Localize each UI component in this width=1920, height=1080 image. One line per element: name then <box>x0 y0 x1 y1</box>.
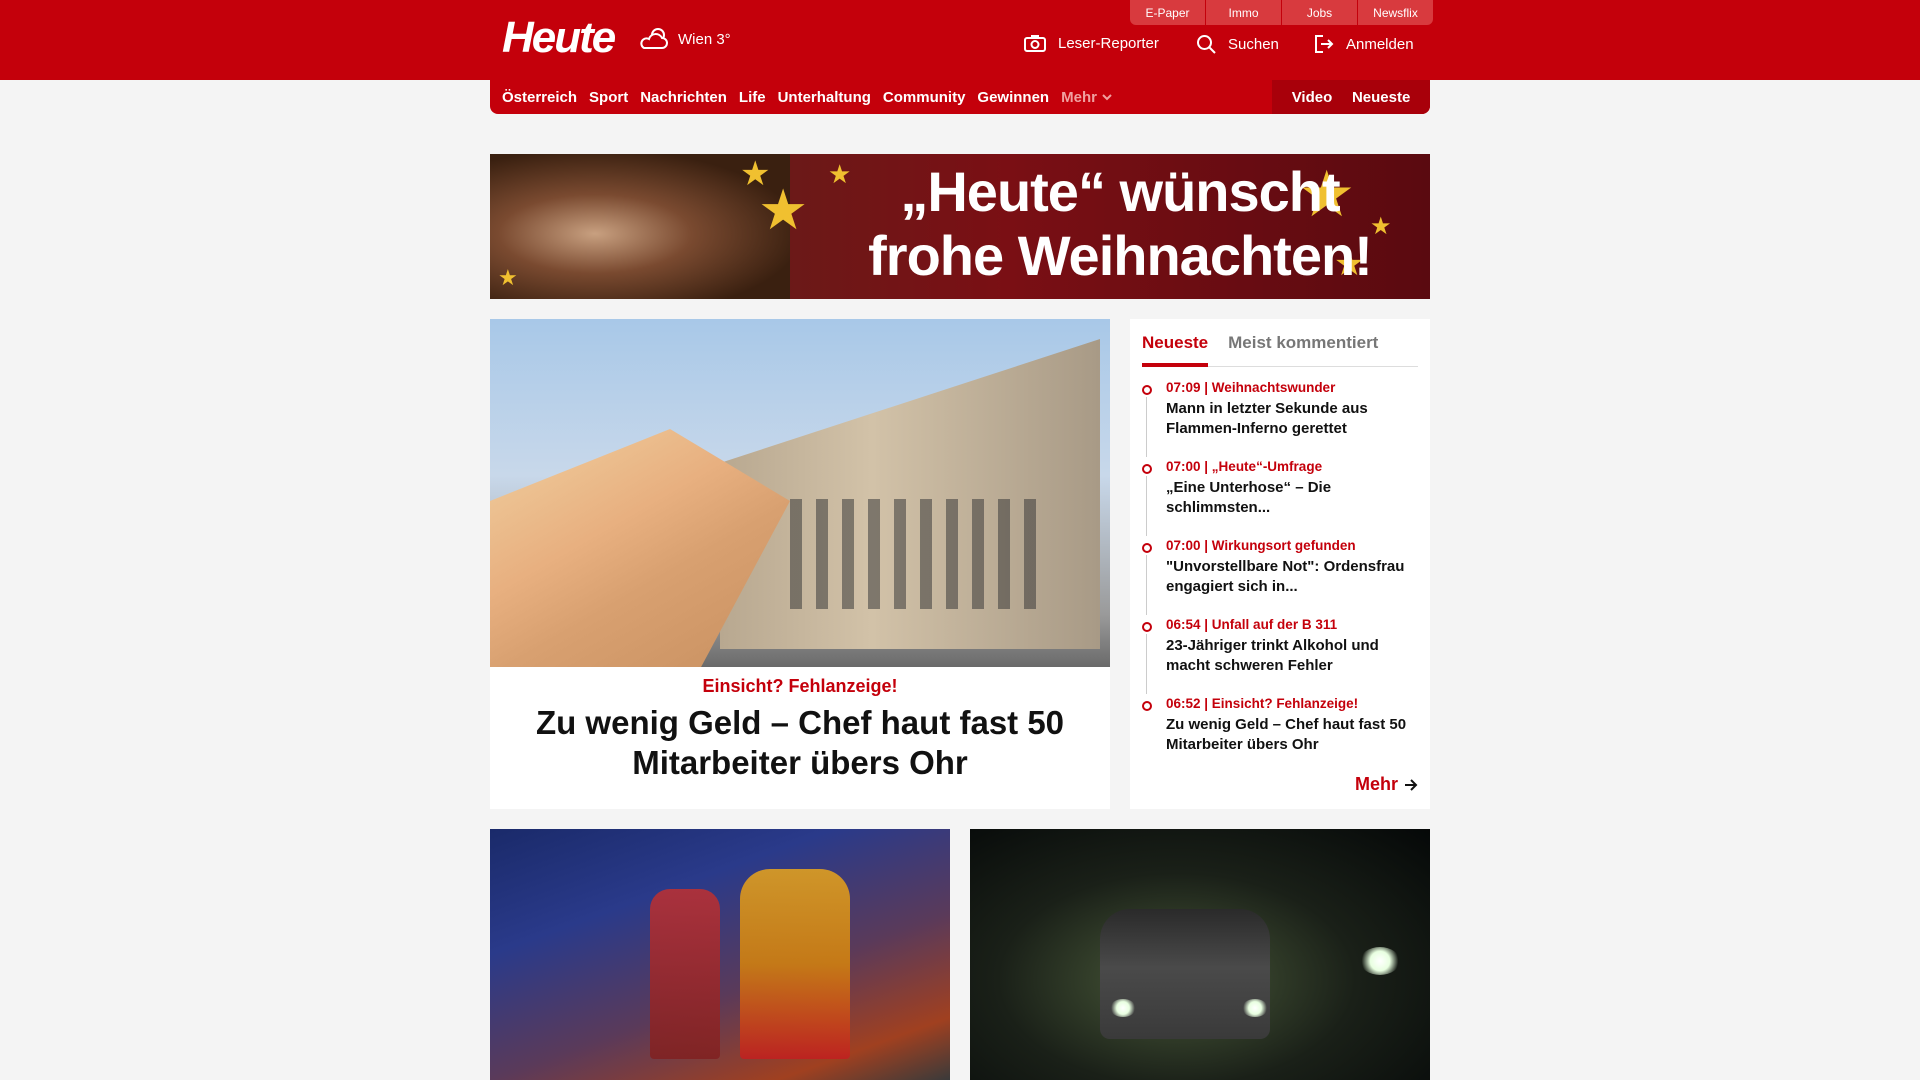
nav-more-label: Mehr <box>1061 88 1097 106</box>
main-nav: Österreich Sport Nachrichten Life Unterh… <box>490 80 1430 114</box>
weather-text: Wien 3° <box>678 30 731 48</box>
hero-image <box>490 319 1110 667</box>
news-feed: 07:09 | Weihnachtswunder Mann in letzter… <box>1142 379 1418 774</box>
site-logo[interactable]: Heute <box>502 10 616 66</box>
timeline-line <box>1146 634 1147 694</box>
christmas-banner[interactable]: ★ ★ ★ ★ ★ ★ ★ „Heute“ wünscht frohe Weih… <box>490 154 1430 299</box>
top-link-jobs[interactable]: Jobs <box>1282 0 1357 25</box>
doctor-figure <box>740 869 850 1059</box>
paramedic-figure <box>650 889 720 1059</box>
timeline-dot <box>1142 385 1152 395</box>
news-sidebar: Neueste Meist kommentiert 07:09 | Weihna… <box>1130 319 1430 809</box>
timeline-line <box>1146 476 1147 536</box>
leser-reporter-label: Leser-Reporter <box>1058 34 1159 52</box>
login-icon <box>1315 35 1334 53</box>
tab-meist-kommentiert[interactable]: Meist kommentiert <box>1228 327 1378 367</box>
article-card-accident[interactable] <box>970 829 1430 1080</box>
site-header: E-Paper Immo Jobs Newsflix Heute Wien 3°… <box>0 0 1920 80</box>
nav-item-sport[interactable]: Sport <box>589 89 628 106</box>
tab-neueste[interactable]: Neueste <box>1142 327 1209 367</box>
nav-right-group: Video Neueste <box>1272 80 1430 114</box>
search-label: Suchen <box>1228 35 1279 53</box>
chevron-down-icon <box>1102 94 1112 101</box>
nav-video-link[interactable]: Video <box>1292 89 1333 106</box>
nav-item-unterhaltung[interactable]: Unterhaltung <box>778 89 871 106</box>
nav-item-gewinnen[interactable]: Gewinnen <box>977 89 1049 106</box>
timeline-dot <box>1142 464 1152 474</box>
search-link[interactable]: Suchen <box>1196 34 1279 54</box>
weather-widget[interactable]: Wien 3° <box>638 26 731 52</box>
list-item[interactable]: 07:00 | „Heute“-Umfrage „Eine Unterhose“… <box>1142 458 1418 537</box>
list-item[interactable]: 07:00 | Wirkungsort gefunden "Unvorstell… <box>1142 537 1418 616</box>
login-link[interactable]: Anmelden <box>1314 34 1414 54</box>
star-icon: ★ <box>498 266 518 291</box>
camera-icon <box>1024 35 1046 52</box>
login-label: Anmelden <box>1346 35 1414 53</box>
headlight <box>1360 947 1400 975</box>
headlight <box>1110 999 1136 1017</box>
nav-item-life[interactable]: Life <box>739 89 766 106</box>
sidebar-tabs: Neueste Meist kommentiert <box>1142 327 1418 367</box>
top-link-immo[interactable]: Immo <box>1206 0 1281 25</box>
top-link-newsflix[interactable]: Newsflix <box>1358 0 1433 25</box>
feed-meta: 06:54 | Unfall auf der B 311 <box>1166 617 1338 632</box>
top-link-epaper[interactable]: E-Paper <box>1130 0 1205 25</box>
top-links: E-Paper Immo Jobs Newsflix <box>1130 0 1433 25</box>
feed-meta: 07:09 | Weihnachtswunder <box>1166 380 1336 395</box>
list-item[interactable]: 06:54 | Unfall auf der B 311 23-Jähriger… <box>1142 616 1418 695</box>
feed-title[interactable]: Mann in letzter Sekunde aus Flammen-Infe… <box>1166 399 1418 439</box>
arrow-right-icon <box>1405 778 1418 791</box>
nav-item-nachrichten[interactable]: Nachrichten <box>640 89 727 106</box>
building-windows <box>790 499 1050 609</box>
sidebar-more-link[interactable]: Mehr <box>1355 774 1418 795</box>
nav-item-oesterreich[interactable]: Österreich <box>502 89 577 106</box>
nav-latest-link[interactable]: Neueste <box>1352 89 1410 106</box>
list-item[interactable]: 07:09 | Weihnachtswunder Mann in letzter… <box>1142 379 1418 458</box>
hero-kicker: Einsicht? Fehlanzeige! <box>702 676 898 696</box>
headlight <box>1242 999 1268 1017</box>
feed-title[interactable]: „Eine Unterhose“ – Die schlimmsten... <box>1166 478 1418 518</box>
car-shape <box>1100 909 1270 1039</box>
star-icon: ★ <box>758 178 809 243</box>
leser-reporter-link[interactable]: Leser-Reporter <box>1024 34 1159 52</box>
list-item[interactable]: 06:52 | Einsicht? Fehlanzeige! Zu wenig … <box>1142 695 1418 774</box>
article-card-emergency[interactable] <box>490 829 950 1080</box>
feed-meta: 07:00 | „Heute“-Umfrage <box>1166 459 1323 474</box>
banner-headline: „Heute“ wünscht frohe Weihnachten! <box>820 160 1420 288</box>
nav-item-community[interactable]: Community <box>883 89 966 106</box>
timeline-line <box>1146 397 1147 457</box>
banner-line2: frohe Weihnachten! <box>868 224 1373 287</box>
feed-meta: 07:00 | Wirkungsort gefunden <box>1166 538 1356 553</box>
banner-line1: „Heute“ wünscht <box>900 160 1340 223</box>
weather-cloud-icon <box>640 28 668 49</box>
feed-title[interactable]: 23-Jähriger trinkt Alkohol und macht sch… <box>1166 636 1418 676</box>
hero-title[interactable]: Zu wenig Geld – Chef haut fast 50 Mitarb… <box>530 703 1070 783</box>
timeline-dot <box>1142 701 1152 711</box>
timeline-dot <box>1142 543 1152 553</box>
hero-article[interactable]: Einsicht? Fehlanzeige! Zu wenig Geld – C… <box>490 319 1110 809</box>
nav-more-dropdown[interactable]: Mehr <box>1061 89 1113 106</box>
feed-title[interactable]: "Unvorstellbare Not": Ordensfrau engagie… <box>1166 557 1418 597</box>
feed-meta: 06:52 | Einsicht? Fehlanzeige! <box>1166 696 1359 711</box>
timeline-line <box>1146 555 1147 615</box>
search-icon <box>1197 35 1216 54</box>
feed-title[interactable]: Zu wenig Geld – Chef haut fast 50 Mitarb… <box>1166 715 1418 755</box>
timeline-dot <box>1142 622 1152 632</box>
sidebar-more-label: Mehr <box>1354 774 1398 794</box>
